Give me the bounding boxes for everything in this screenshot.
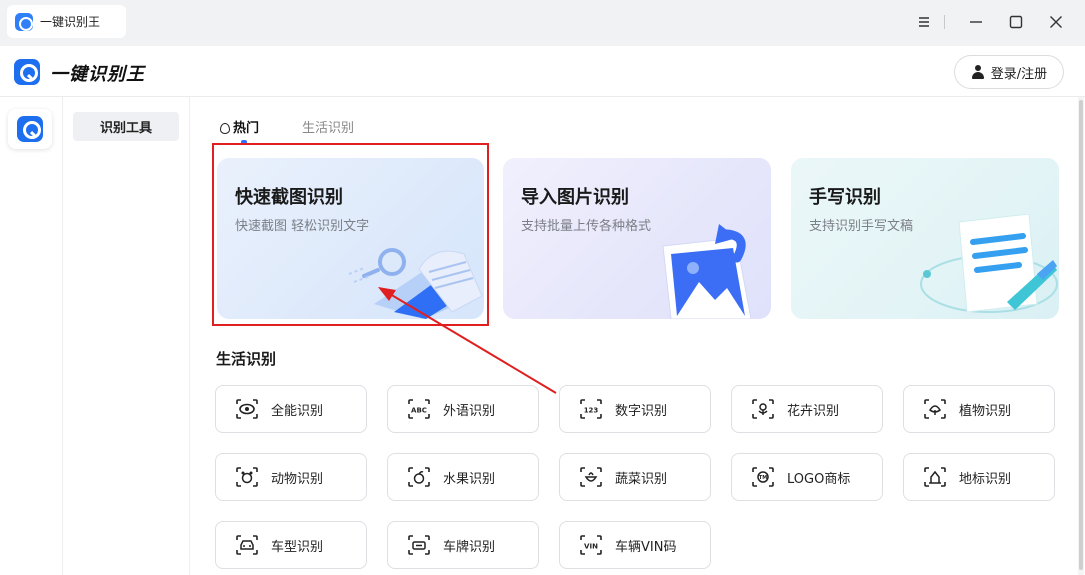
plate-scan-icon [408,535,430,555]
app-name: 一键识别王 [50,64,145,85]
tool-label: LOGO商标 [787,471,851,487]
card-title: 快速截图识别 [235,187,343,208]
window-tab-title: 一键识别王 [40,15,101,29]
tm-scan-icon: TM [752,467,774,487]
scrollbar-thumb[interactable] [1079,100,1083,570]
titlebar-divider [944,15,945,29]
tool-button[interactable]: 123 数字识别 [559,385,711,433]
123-scan-icon: 123 [580,399,602,419]
tool-button[interactable]: 地标识别 [903,453,1055,501]
svg-text:TM: TM [759,475,767,481]
tool-label: 水果识别 [443,471,496,487]
abc-scan-icon: ABC [408,399,430,419]
animal-scan-icon [236,467,258,487]
flame-icon [219,120,230,134]
tool-label: 车牌识别 [443,539,496,555]
card-subtitle: 支持批量上传各种格式 [521,219,652,234]
tool-button[interactable]: 车牌识别 [387,521,539,569]
vegetable-scan-icon [580,467,602,487]
card-title: 手写识别 [809,187,881,208]
section-title: 生活识别 [216,350,277,368]
plant-scan-icon [924,399,946,419]
sub-navigation: 识别工具 [63,97,190,575]
menu-icon[interactable] [910,9,938,35]
handwriting-illustration-icon [920,214,1058,313]
tool-label: 动物识别 [271,471,324,487]
window-titlebar: 一键识别王 [0,0,1085,46]
svg-text:ABC: ABC [411,407,427,415]
app-header: 一键识别王 登录/注册 [0,46,1085,97]
user-icon [971,65,985,79]
tool-button[interactable]: ABC 外语识别 [387,385,539,433]
tool-button[interactable]: 动物识别 [215,453,367,501]
rail-app-button[interactable] [8,109,52,149]
tool-button[interactable]: 水果识别 [387,453,539,501]
flower-scan-icon [752,399,774,419]
maximize-icon[interactable] [1002,9,1030,35]
close-icon[interactable] [1042,9,1070,35]
tool-label: 外语识别 [443,403,496,419]
login-register-label: 登录/注册 [990,66,1048,82]
car-scan-icon [236,535,258,555]
tool-button[interactable]: 全能识别 [215,385,367,433]
tab-hot-label: 热门 [233,121,260,136]
tool-button[interactable]: VIN 车辆VIN码 [559,521,711,569]
tool-label: 蔬菜识别 [615,471,668,487]
handwriting-card[interactable]: 手写识别 支持识别手写文稿 [791,158,1059,319]
card-subtitle: 支持识别手写文稿 [809,219,914,234]
landmark-scan-icon [924,467,946,487]
tool-label: 植物识别 [959,403,1012,419]
tab-life-recognition[interactable]: 生活识别 [302,117,354,136]
screenshot-illustration-icon [348,248,483,319]
subnav-item-recognition-tools[interactable]: 识别工具 [73,112,179,141]
window-tab[interactable]: 一键识别王 [7,5,126,38]
tool-label: 数字识别 [615,403,668,419]
app-rail [0,97,63,575]
tool-label: 花卉识别 [787,403,840,419]
tool-label: 车型识别 [271,539,324,555]
tool-button[interactable]: 植物识别 [903,385,1055,433]
app-logo-icon [15,12,33,31]
import-image-card[interactable]: 导入图片识别 支持批量上传各种格式 [503,158,771,319]
vin-scan-icon: VIN [580,535,602,555]
tool-button[interactable]: TM LOGO商标 [731,453,883,501]
image-import-illustration-icon [662,224,752,319]
tool-button[interactable]: 花卉识别 [731,385,883,433]
app-logo-icon [14,59,40,85]
fruit-scan-icon [408,467,430,487]
svg-text:123: 123 [584,407,599,415]
tool-button[interactable]: 蔬菜识别 [559,453,711,501]
minimize-icon[interactable] [962,9,990,35]
tool-label: 车辆VIN码 [615,539,677,555]
tool-label: 地标识别 [959,471,1012,487]
svg-text:VIN: VIN [584,543,598,551]
tab-hot[interactable]: 热门 [219,117,259,136]
card-title: 导入图片识别 [521,187,629,208]
quick-screenshot-card[interactable]: 快速截图识别 快速截图 轻松识别文字 [217,158,484,319]
active-tab-indicator [241,140,247,144]
tool-label: 全能识别 [271,403,324,419]
eye-scan-icon [236,399,258,419]
login-register-button[interactable]: 登录/注册 [954,55,1064,89]
app-logo-icon [17,116,43,142]
tool-button[interactable]: 车型识别 [215,521,367,569]
